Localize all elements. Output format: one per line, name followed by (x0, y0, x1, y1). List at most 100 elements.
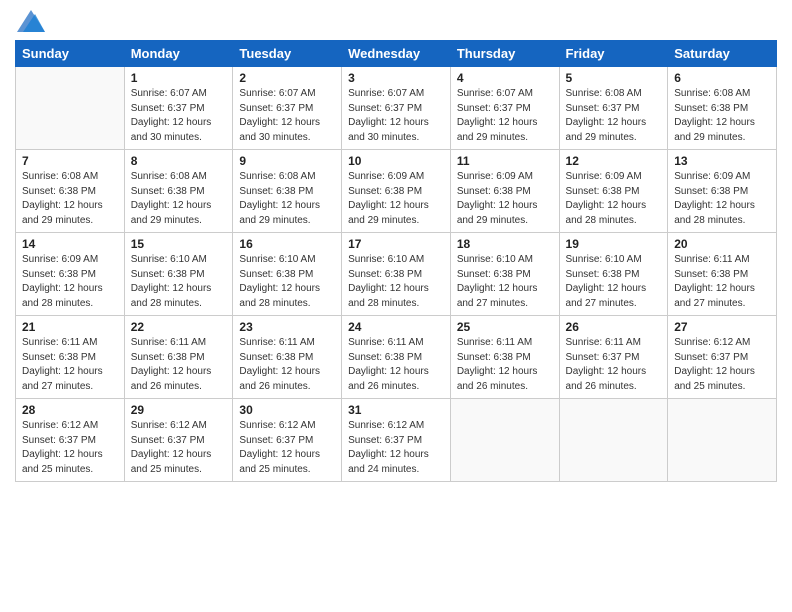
day-number: 6 (674, 71, 770, 85)
day-info: Sunrise: 6:11 AM Sunset: 6:38 PM Dayligh… (348, 336, 444, 394)
calendar-cell: 23 Sunrise: 6:11 AM Sunset: 6:38 PM Dayli… (233, 316, 342, 399)
day-number: 7 (22, 154, 118, 168)
calendar-cell: 10Sunrise: 6:09 AM Sunset: 6:38 PM Dayli… (342, 150, 451, 233)
calendar-cell: 11 Sunrise: 6:09 AM Sunset: 6:38 PM Dayli… (450, 150, 559, 233)
week-row-3: 14 Sunrise: 6:09 AM Sunset: 6:38 PM Dayli… (16, 233, 777, 316)
day-number: 31 (348, 403, 444, 417)
day-header-wednesday: Wednesday (342, 41, 451, 67)
calendar-cell: 24Sunrise: 6:11 AM Sunset: 6:38 PM Dayli… (342, 316, 451, 399)
calendar-cell: 5 Sunrise: 6:08 AM Sunset: 6:37 PM Daylig… (559, 67, 668, 150)
calendar-cell: 21 Sunrise: 6:11 AM Sunset: 6:38 PM Dayli… (16, 316, 125, 399)
day-number: 13 (674, 154, 770, 168)
calendar-cell (559, 399, 668, 482)
week-row-2: 7 Sunrise: 6:08 AM Sunset: 6:38 PM Daylig… (16, 150, 777, 233)
calendar-cell: 25Sunrise: 6:11 AM Sunset: 6:38 PM Dayli… (450, 316, 559, 399)
calendar-cell: 7 Sunrise: 6:08 AM Sunset: 6:38 PM Daylig… (16, 150, 125, 233)
day-info: Sunrise: 6:08 AM Sunset: 6:38 PM Dayligh… (22, 170, 118, 228)
day-number: 26 (566, 320, 662, 334)
page-container: SundayMondayTuesdayWednesdayThursdayFrid… (0, 0, 792, 492)
day-info: Sunrise: 6:08 AM Sunset: 6:38 PM Dayligh… (239, 170, 335, 228)
day-info: Sunrise: 6:11 AM Sunset: 6:38 PM Dayligh… (239, 336, 335, 394)
day-number: 11 (457, 154, 553, 168)
day-info: Sunrise: 6:11 AM Sunset: 6:38 PM Dayligh… (457, 336, 553, 394)
day-number: 16 (239, 237, 335, 251)
calendar-cell: 13 Sunrise: 6:09 AM Sunset: 6:38 PM Dayli… (668, 150, 777, 233)
calendar-cell: 17Sunrise: 6:10 AM Sunset: 6:38 PM Dayli… (342, 233, 451, 316)
day-header-saturday: Saturday (668, 41, 777, 67)
day-number: 27 (674, 320, 770, 334)
calendar-cell: 14 Sunrise: 6:09 AM Sunset: 6:38 PM Dayli… (16, 233, 125, 316)
calendar-cell: 18 Sunrise: 6:10 AM Sunset: 6:38 PM Dayli… (450, 233, 559, 316)
day-info: Sunrise: 6:11 AM Sunset: 6:38 PM Dayligh… (22, 336, 118, 394)
day-info: Sunrise: 6:07 AM Sunset: 6:37 PM Dayligh… (348, 87, 444, 145)
day-number: 20 (674, 237, 770, 251)
day-number: 5 (566, 71, 662, 85)
day-number: 22 (131, 320, 227, 334)
day-info: Sunrise: 6:10 AM Sunset: 6:38 PM Dayligh… (348, 253, 444, 311)
calendar-cell: 28 Sunrise: 6:12 AM Sunset: 6:37 PM Dayli… (16, 399, 125, 482)
day-number: 14 (22, 237, 118, 251)
day-number: 1 (131, 71, 227, 85)
day-info: Sunrise: 6:12 AM Sunset: 6:37 PM Dayligh… (348, 419, 444, 477)
day-info: Sunrise: 6:08 AM Sunset: 6:37 PM Dayligh… (566, 87, 662, 145)
day-number: 3 (348, 71, 444, 85)
day-info: Sunrise: 6:08 AM Sunset: 6:38 PM Dayligh… (674, 87, 770, 145)
calendar-cell: 6 Sunrise: 6:08 AM Sunset: 6:38 PM Daylig… (668, 67, 777, 150)
day-info: Sunrise: 6:11 AM Sunset: 6:37 PM Dayligh… (566, 336, 662, 394)
day-info: Sunrise: 6:09 AM Sunset: 6:38 PM Dayligh… (22, 253, 118, 311)
day-number: 2 (239, 71, 335, 85)
day-info: Sunrise: 6:09 AM Sunset: 6:38 PM Dayligh… (566, 170, 662, 228)
calendar-cell: 26 Sunrise: 6:11 AM Sunset: 6:37 PM Dayli… (559, 316, 668, 399)
day-number: 19 (566, 237, 662, 251)
logo (15, 10, 45, 32)
calendar-cell: 27 Sunrise: 6:12 AM Sunset: 6:37 PM Dayli… (668, 316, 777, 399)
day-info: Sunrise: 6:11 AM Sunset: 6:38 PM Dayligh… (674, 253, 770, 311)
calendar-cell: 8Sunrise: 6:08 AM Sunset: 6:38 PM Daylig… (124, 150, 233, 233)
calendar-cell: 29Sunrise: 6:12 AM Sunset: 6:37 PM Dayli… (124, 399, 233, 482)
day-number: 9 (239, 154, 335, 168)
day-number: 28 (22, 403, 118, 417)
day-info: Sunrise: 6:10 AM Sunset: 6:38 PM Dayligh… (566, 253, 662, 311)
day-number: 15 (131, 237, 227, 251)
day-info: Sunrise: 6:07 AM Sunset: 6:37 PM Dayligh… (457, 87, 553, 145)
day-info: Sunrise: 6:10 AM Sunset: 6:38 PM Dayligh… (131, 253, 227, 311)
calendar-cell: 2Sunrise: 6:07 AM Sunset: 6:37 PM Daylig… (233, 67, 342, 150)
day-header-tuesday: Tuesday (233, 41, 342, 67)
calendar-cell: 3 Sunrise: 6:07 AM Sunset: 6:37 PM Daylig… (342, 67, 451, 150)
day-number: 18 (457, 237, 553, 251)
day-number: 12 (566, 154, 662, 168)
day-info: Sunrise: 6:10 AM Sunset: 6:38 PM Dayligh… (239, 253, 335, 311)
week-row-1: 1 Sunrise: 6:07 AM Sunset: 6:37 PM Daylig… (16, 67, 777, 150)
day-header-thursday: Thursday (450, 41, 559, 67)
day-header-monday: Monday (124, 41, 233, 67)
calendar-cell: 12 Sunrise: 6:09 AM Sunset: 6:38 PM Dayli… (559, 150, 668, 233)
day-header-sunday: Sunday (16, 41, 125, 67)
day-number: 8 (131, 154, 227, 168)
day-number: 4 (457, 71, 553, 85)
day-info: Sunrise: 6:09 AM Sunset: 6:38 PM Dayligh… (674, 170, 770, 228)
calendar-cell (668, 399, 777, 482)
calendar-table: SundayMondayTuesdayWednesdayThursdayFrid… (15, 40, 777, 482)
day-info: Sunrise: 6:12 AM Sunset: 6:37 PM Dayligh… (131, 419, 227, 477)
calendar-cell (450, 399, 559, 482)
week-row-5: 28 Sunrise: 6:12 AM Sunset: 6:37 PM Dayli… (16, 399, 777, 482)
calendar-cell: 9 Sunrise: 6:08 AM Sunset: 6:38 PM Daylig… (233, 150, 342, 233)
header-row: SundayMondayTuesdayWednesdayThursdayFrid… (16, 41, 777, 67)
calendar-cell: 15 Sunrise: 6:10 AM Sunset: 6:38 PM Dayli… (124, 233, 233, 316)
day-number: 30 (239, 403, 335, 417)
day-info: Sunrise: 6:12 AM Sunset: 6:37 PM Dayligh… (22, 419, 118, 477)
day-number: 23 (239, 320, 335, 334)
calendar-cell: 31 Sunrise: 6:12 AM Sunset: 6:37 PM Dayli… (342, 399, 451, 482)
logo-icon (17, 10, 45, 32)
day-info: Sunrise: 6:07 AM Sunset: 6:37 PM Dayligh… (131, 87, 227, 145)
day-info: Sunrise: 6:09 AM Sunset: 6:38 PM Dayligh… (457, 170, 553, 228)
day-number: 10 (348, 154, 444, 168)
calendar-cell: 20 Sunrise: 6:11 AM Sunset: 6:38 PM Dayli… (668, 233, 777, 316)
day-info: Sunrise: 6:10 AM Sunset: 6:38 PM Dayligh… (457, 253, 553, 311)
day-header-friday: Friday (559, 41, 668, 67)
day-info: Sunrise: 6:11 AM Sunset: 6:38 PM Dayligh… (131, 336, 227, 394)
day-number: 21 (22, 320, 118, 334)
calendar-cell: 19 Sunrise: 6:10 AM Sunset: 6:38 PM Dayli… (559, 233, 668, 316)
calendar-cell: 16 Sunrise: 6:10 AM Sunset: 6:38 PM Dayli… (233, 233, 342, 316)
day-info: Sunrise: 6:12 AM Sunset: 6:37 PM Dayligh… (674, 336, 770, 394)
